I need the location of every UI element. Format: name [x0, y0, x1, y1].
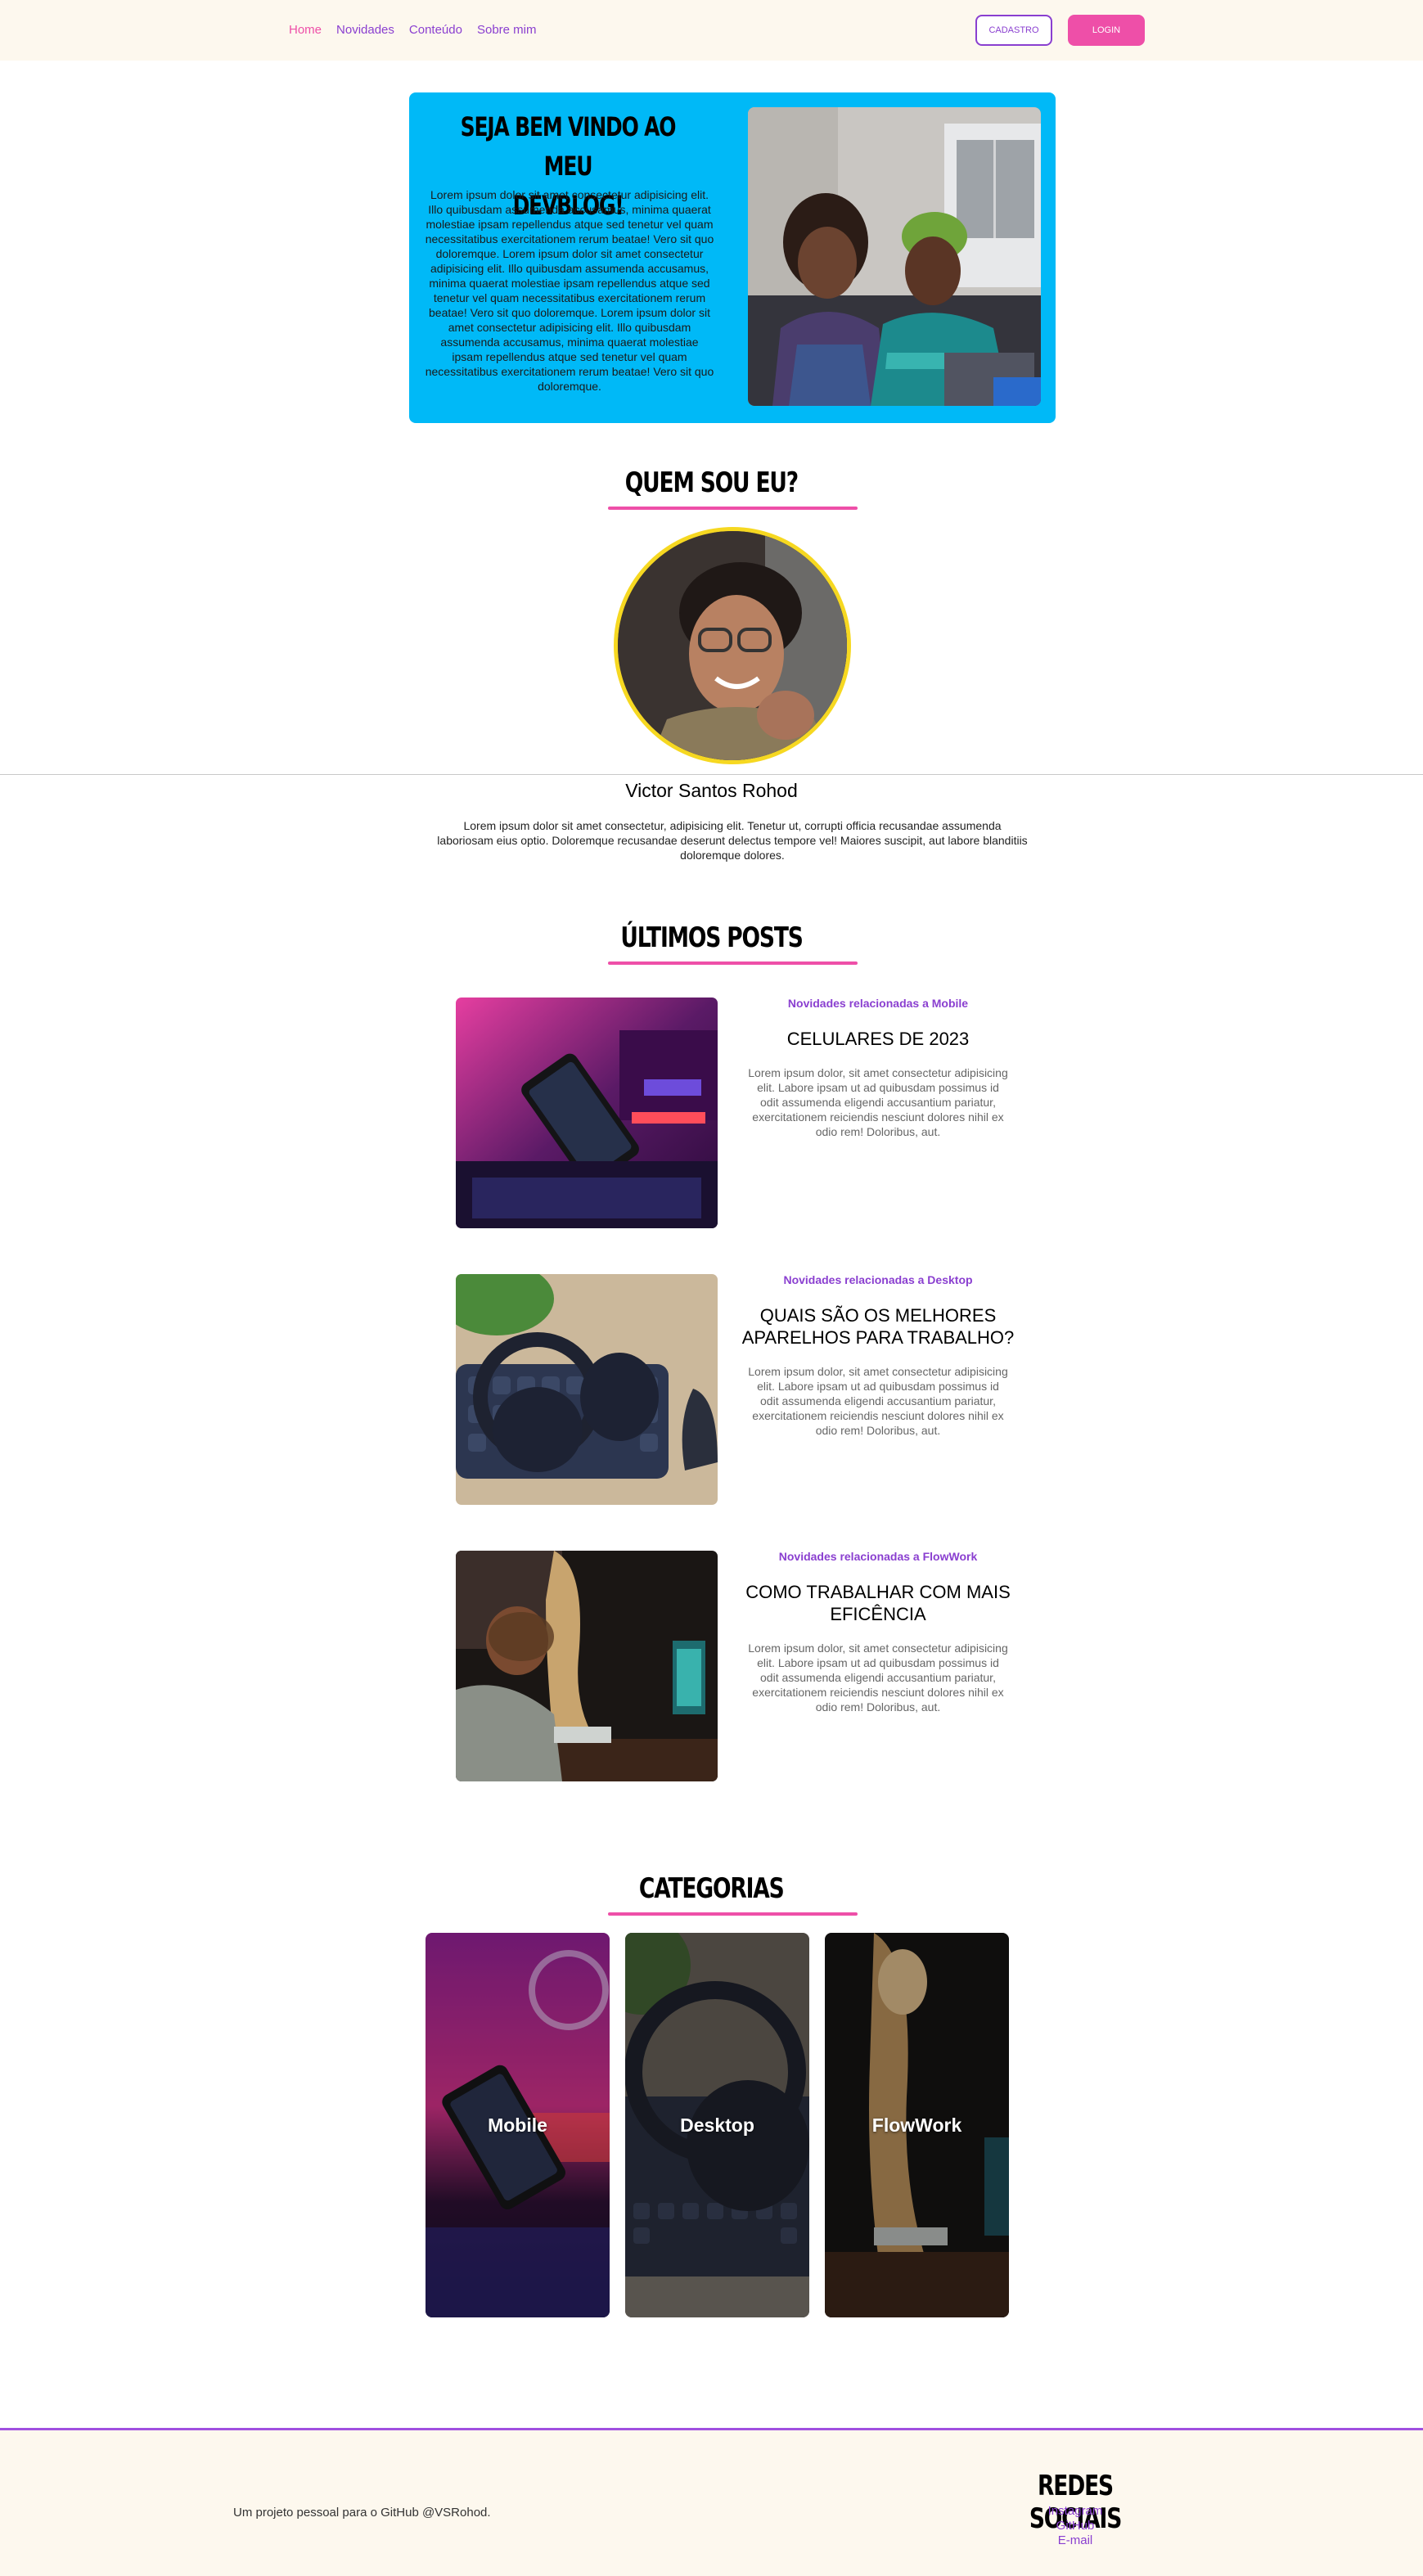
- nav-link-home[interactable]: Home: [289, 23, 322, 37]
- profile-photo: [614, 527, 851, 764]
- section-divider: [0, 774, 1423, 775]
- social-link-email[interactable]: E-mail: [982, 2533, 1169, 2548]
- post-title[interactable]: COMO TRABALHAR COM MAIS EFICÊNCIA: [736, 1581, 1020, 1625]
- post-image-flowwork[interactable]: [456, 1551, 718, 1781]
- social-link-github[interactable]: GitHub: [982, 2519, 1169, 2533]
- categories-heading-underline: [608, 1912, 858, 1916]
- post-image-mobile[interactable]: [456, 998, 718, 1228]
- nav-link-sobre-mim[interactable]: Sobre mim: [477, 23, 537, 37]
- category-label: Desktop: [680, 2114, 754, 2136]
- hero-title-line-1: SEJA BEM VINDO AO MEU: [460, 111, 677, 182]
- post-excerpt: Lorem ipsum dolor, sit amet consectetur …: [748, 1365, 1008, 1437]
- post-excerpt: Lorem ipsum dolor, sit amet consectetur …: [748, 1642, 1008, 1714]
- hero-photo: [748, 107, 1041, 406]
- nav-link-conteudo[interactable]: Conteúdo: [409, 23, 462, 37]
- hero-banner: SEJA BEM VINDO AO MEU DEVBLOG! Lorem ips…: [409, 92, 1056, 423]
- about-heading-text: QUEM SOU EU?: [624, 466, 799, 499]
- post-category-label: Novidades relacionadas a Mobile: [787, 997, 969, 1010]
- posts-heading-text: ÚLTIMOS POSTS: [620, 921, 804, 954]
- hero-paragraph: Lorem ipsum dolor sit amet consectetur a…: [425, 188, 714, 393]
- author-name: Victor Santos Rohod: [625, 780, 798, 801]
- category-label: Mobile: [488, 2114, 547, 2136]
- post-excerpt: Lorem ipsum dolor, sit amet consectetur …: [748, 1066, 1008, 1138]
- nav-links: Home Novidades Conteúdo Sobre mim: [289, 23, 537, 37]
- nav-link-novidades[interactable]: Novidades: [336, 23, 394, 37]
- cadastro-button[interactable]: CADASTRO: [975, 15, 1052, 46]
- post-category-label: Novidades relacionadas a FlowWork: [778, 1550, 978, 1563]
- footer: Um projeto pessoal para o GitHub @VSRoho…: [0, 2428, 1423, 2576]
- social-links: Instagram GitHub E-mail: [982, 2504, 1169, 2548]
- post-category-label: Novidades relacionadas a Desktop: [783, 1273, 973, 1286]
- category-label: FlowWork: [871, 2114, 962, 2136]
- about-heading: QUEM SOU EU?: [0, 466, 1423, 499]
- posts-heading: ÚLTIMOS POSTS: [0, 921, 1423, 954]
- category-card-mobile[interactable]: Mobile: [426, 1933, 610, 2317]
- about-text: Lorem ipsum dolor sit amet consectetur, …: [437, 819, 1028, 862]
- social-link-instagram[interactable]: Instagram: [982, 2504, 1169, 2519]
- footer-credit: Um projeto pessoal para o GitHub @VSRoho…: [233, 2506, 491, 2520]
- login-button[interactable]: LOGIN: [1068, 15, 1145, 46]
- posts-heading-underline: [608, 961, 858, 965]
- categories-heading-text: CATEGORIAS: [639, 1872, 785, 1905]
- category-card-desktop[interactable]: Desktop: [625, 1933, 809, 2317]
- post-title[interactable]: QUAIS SÃO OS MELHORES APARELHOS PARA TRA…: [736, 1304, 1020, 1349]
- top-navbar: Home Novidades Conteúdo Sobre mim CADAST…: [0, 0, 1423, 61]
- about-heading-underline: [608, 507, 858, 510]
- post-title[interactable]: CELULARES DE 2023: [736, 1028, 1020, 1050]
- categories-heading: CATEGORIAS: [0, 1872, 1423, 1905]
- category-card-flowwork[interactable]: FlowWork: [825, 1933, 1009, 2317]
- post-image-desktop[interactable]: [456, 1274, 718, 1505]
